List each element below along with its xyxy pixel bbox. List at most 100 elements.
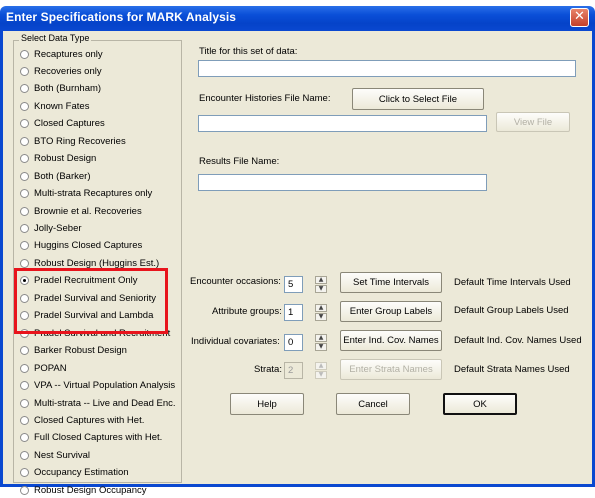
- set-time-intervals-button[interactable]: Set Time Intervals: [340, 272, 442, 293]
- spin-up-icon[interactable]: ▲: [315, 276, 327, 284]
- spin-up-icon[interactable]: ▲: [315, 362, 327, 370]
- encounter-file-label: Encounter Histories File Name:: [199, 93, 331, 104]
- strata-label: Strata:: [254, 364, 282, 375]
- radio-button-icon[interactable]: [20, 119, 29, 129]
- data-type-option[interactable]: Known Fates: [20, 98, 89, 114]
- data-type-option[interactable]: Robust Design: [20, 151, 96, 167]
- radio-button-icon[interactable]: [20, 189, 29, 199]
- mark-specifications-dialog: Enter Specifications for MARK Analysis ✕…: [0, 0, 595, 496]
- encounter-file-input[interactable]: [198, 115, 487, 132]
- data-type-option[interactable]: Recoveries only: [20, 63, 102, 79]
- occasions-spinner[interactable]: ▲ ▼: [315, 276, 327, 293]
- data-type-option[interactable]: VPA -- Virtual Population Analysis: [20, 378, 175, 394]
- data-type-option[interactable]: POPAN: [20, 360, 67, 376]
- radio-button-icon[interactable]: [20, 224, 29, 233]
- covariates-input[interactable]: 0: [284, 334, 303, 351]
- data-type-option-label: Closed Captures: [34, 118, 105, 130]
- radio-button-icon[interactable]: [20, 241, 29, 251]
- spin-up-icon[interactable]: ▲: [315, 334, 327, 342]
- data-type-option-label: Robust Design Occupancy: [34, 484, 147, 496]
- radio-button-icon[interactable]: [20, 363, 29, 373]
- occasions-label: Encounter occasions:: [190, 276, 281, 287]
- radio-button-icon[interactable]: [20, 381, 29, 391]
- data-type-option[interactable]: BTO Ring Recoveries: [20, 133, 126, 149]
- spin-down-icon[interactable]: ▼: [315, 285, 327, 293]
- ok-button[interactable]: OK: [443, 393, 517, 415]
- close-icon[interactable]: ✕: [570, 8, 589, 27]
- radio-button-icon[interactable]: [20, 415, 29, 425]
- radio-button-icon[interactable]: [20, 485, 29, 495]
- data-type-option-label: Recaptures only: [34, 48, 103, 60]
- occasions-input[interactable]: 5: [284, 276, 303, 293]
- data-type-option[interactable]: Robust Design Occupancy: [20, 482, 146, 498]
- data-type-option-label: Huggins Closed Captures: [34, 240, 143, 252]
- data-type-option-label: VPA -- Virtual Population Analysis: [34, 380, 176, 392]
- select-file-button[interactable]: Click to Select File: [352, 88, 484, 110]
- data-type-option[interactable]: Occupancy Estimation: [20, 465, 129, 481]
- covariates-spinner[interactable]: ▲ ▼: [315, 334, 327, 351]
- radio-button-icon[interactable]: [20, 84, 29, 94]
- data-type-option[interactable]: Both (Barker): [20, 168, 91, 184]
- strata-input[interactable]: 2: [284, 362, 303, 379]
- data-type-option[interactable]: Recaptures only: [20, 46, 103, 62]
- data-type-option[interactable]: Barker Robust Design: [20, 343, 127, 359]
- groups-input[interactable]: 1: [284, 304, 303, 321]
- title-label: Title for this set of data:: [199, 46, 298, 57]
- enter-group-labels-button[interactable]: Enter Group Labels: [340, 301, 442, 322]
- view-file-button[interactable]: View File: [496, 112, 570, 132]
- spin-up-icon[interactable]: ▲: [315, 304, 327, 312]
- spin-down-icon[interactable]: ▼: [315, 313, 327, 321]
- radio-button-icon[interactable]: [20, 171, 29, 181]
- groups-spinner[interactable]: ▲ ▼: [315, 304, 327, 321]
- radio-button-icon[interactable]: [20, 154, 29, 164]
- data-type-option-label: BTO Ring Recoveries: [34, 135, 126, 147]
- data-type-option-label: Robust Design: [34, 153, 97, 165]
- cancel-button[interactable]: Cancel: [336, 393, 410, 415]
- data-type-option[interactable]: Full Closed Captures with Het.: [20, 430, 162, 446]
- strata-spinner[interactable]: ▲ ▼: [315, 362, 327, 379]
- radio-button-icon[interactable]: [20, 258, 29, 268]
- data-type-option-label: Both (Barker): [34, 170, 91, 182]
- window-title: Enter Specifications for MARK Analysis: [6, 10, 237, 24]
- spin-down-icon[interactable]: ▼: [315, 371, 327, 379]
- data-type-option-label: Brownie et al. Recoveries: [34, 205, 142, 217]
- data-type-option[interactable]: Multi-strata Recaptures only: [20, 186, 152, 202]
- radio-button-icon[interactable]: [20, 66, 29, 76]
- data-type-legend: Select Data Type: [19, 33, 92, 43]
- enter-covariate-names-button[interactable]: Enter Ind. Cov. Names: [340, 330, 442, 351]
- data-type-option-label: Closed Captures with Het.: [34, 414, 145, 426]
- data-type-option[interactable]: Huggins Closed Captures: [20, 238, 142, 254]
- radio-button-icon[interactable]: [20, 101, 29, 111]
- data-type-option-label: Occupancy Estimation: [34, 467, 129, 479]
- radio-button-icon[interactable]: [20, 49, 29, 59]
- data-type-option[interactable]: Closed Captures: [20, 116, 105, 132]
- title-input[interactable]: [198, 60, 576, 77]
- data-type-option-label: POPAN: [34, 362, 67, 374]
- results-file-input[interactable]: [198, 174, 487, 191]
- data-type-option[interactable]: Nest Survival: [20, 447, 90, 463]
- data-type-option[interactable]: Jolly-Seber: [20, 221, 82, 237]
- data-type-option-label: Multi-strata Recaptures only: [34, 188, 153, 200]
- enter-strata-names-button[interactable]: Enter Strata Names: [340, 359, 442, 380]
- data-type-option-label: Known Fates: [34, 100, 90, 112]
- data-type-option-label: Recoveries only: [34, 65, 102, 77]
- time-intervals-status: Default Time Intervals Used: [454, 277, 571, 288]
- pradel-options-highlight: [14, 268, 168, 334]
- radio-button-icon[interactable]: [20, 468, 29, 478]
- radio-button-icon[interactable]: [20, 136, 29, 146]
- data-type-option[interactable]: Closed Captures with Het.: [20, 412, 144, 428]
- radio-button-icon[interactable]: [20, 398, 29, 408]
- radio-button-icon[interactable]: [20, 206, 29, 216]
- radio-button-icon[interactable]: [20, 346, 29, 356]
- group-labels-status: Default Group Labels Used: [454, 305, 569, 316]
- title-bar: Enter Specifications for MARK Analysis ✕: [0, 0, 595, 31]
- radio-button-icon[interactable]: [20, 450, 29, 460]
- data-type-option-label: Jolly-Seber: [34, 223, 82, 234]
- radio-button-icon[interactable]: [20, 433, 29, 443]
- data-type-option[interactable]: Both (Burnham): [20, 81, 101, 97]
- covariate-names-status: Default Ind. Cov. Names Used: [454, 335, 582, 346]
- help-button[interactable]: Help: [230, 393, 304, 415]
- spin-down-icon[interactable]: ▼: [315, 343, 327, 351]
- data-type-option[interactable]: Multi-strata -- Live and Dead Enc.: [20, 395, 176, 411]
- data-type-option[interactable]: Brownie et al. Recoveries: [20, 203, 142, 219]
